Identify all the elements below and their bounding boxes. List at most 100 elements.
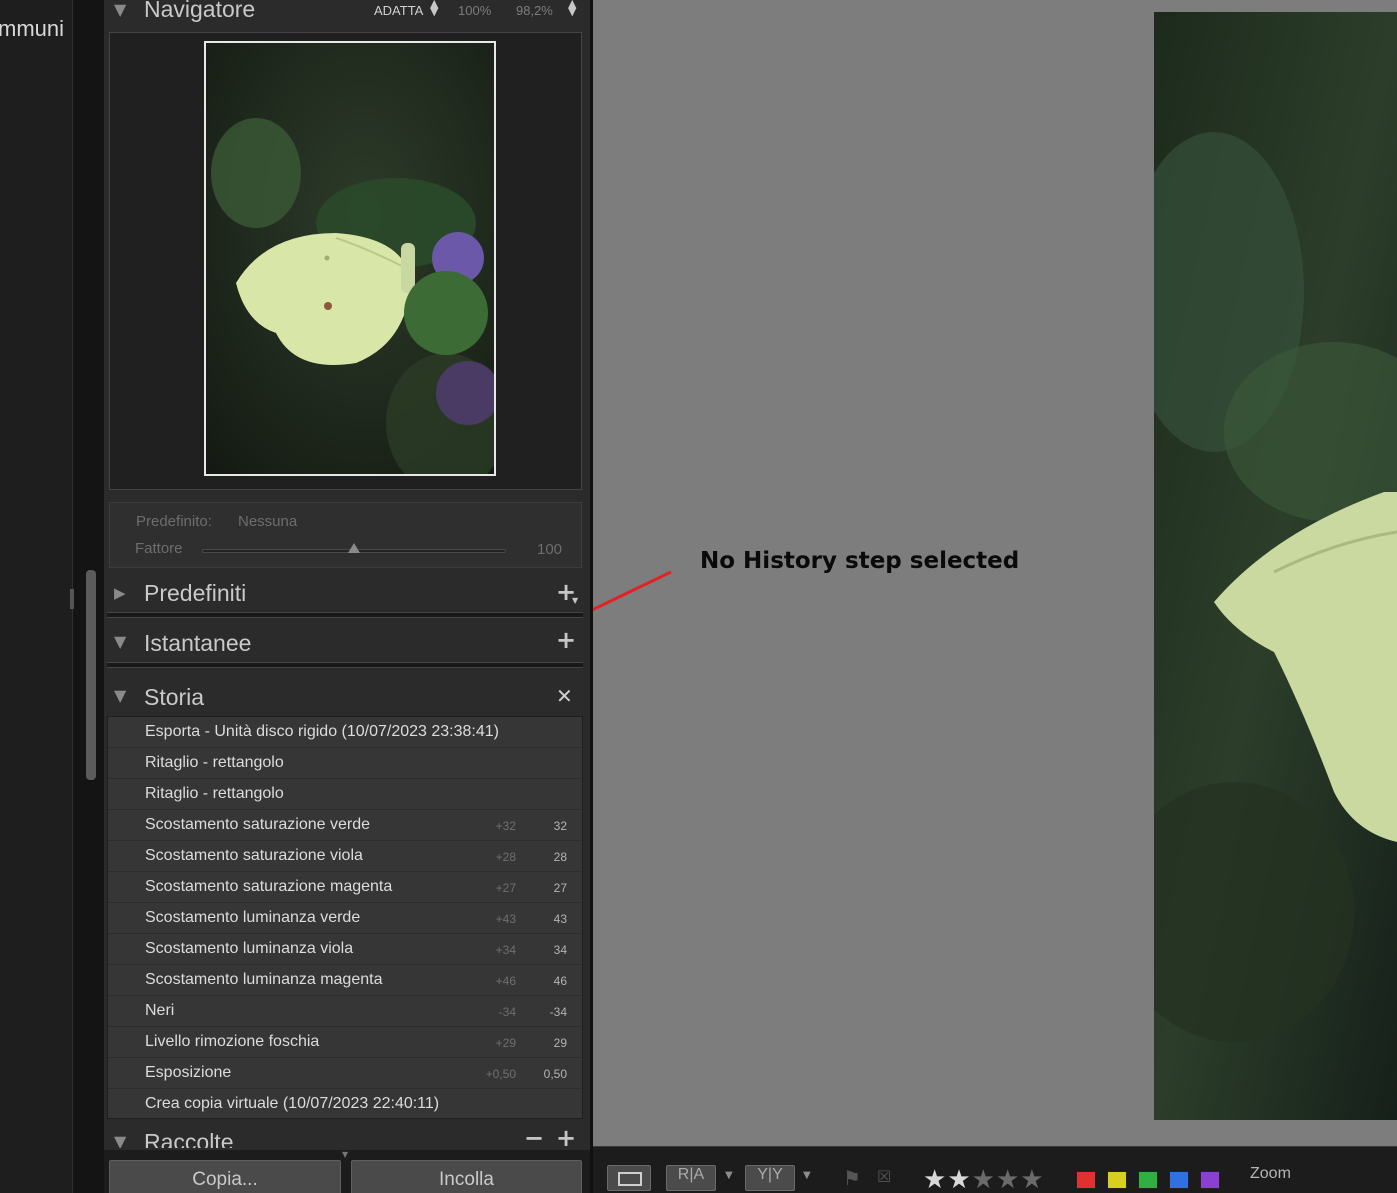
cut-off-label: mmuni (0, 16, 65, 41)
left-panel-scrollbar[interactable] (86, 570, 96, 780)
star-icon[interactable]: ★ (923, 1165, 947, 1193)
loupe-view-icon (618, 1172, 642, 1186)
zoom-custom-updown-icon[interactable]: ▲ ▼ (568, 0, 576, 17)
color-label-swatch[interactable] (1169, 1171, 1189, 1189)
split-dropdown-icon[interactable]: ▼ (803, 1170, 811, 1181)
reject-flag-icon[interactable]: ☒ (877, 1167, 891, 1186)
history-section-header[interactable]: ▼ Storia ✕ (104, 676, 592, 720)
color-label-swatch[interactable] (1200, 1171, 1220, 1189)
collapse-triangle-icon[interactable]: ▼ (114, 1132, 126, 1148)
history-step-delta: +43 (495, 912, 516, 926)
history-step[interactable]: Esposizione +0,50 0,50 (108, 1058, 582, 1089)
butterfly-closeup-graphic (1154, 12, 1397, 1120)
color-label-swatch[interactable] (1076, 1171, 1096, 1189)
history-step-value: 32 (553, 819, 567, 833)
history-step[interactable]: Scostamento saturazione viola +28 28 (108, 841, 582, 872)
history-step-value: 27 (553, 881, 567, 895)
add-collection-icon[interactable]: + (556, 1124, 576, 1148)
history-list: Esporta - Unità disco rigido (10/07/2023… (107, 716, 583, 1119)
navigator-header[interactable]: ▼ Navigatore ADATTA ▲ ▼ 100% 98,2% ▲ ▼ (104, 0, 592, 28)
collapse-triangle-icon[interactable]: ▼ (114, 686, 126, 705)
navigator-preview[interactable] (109, 32, 582, 490)
loupe-view-button[interactable] (607, 1165, 651, 1191)
presets-section-header[interactable]: ▶ Predefiniti + ▼ (104, 572, 592, 616)
history-step-delta: +46 (495, 974, 516, 988)
copy-button[interactable]: Copia... (109, 1160, 341, 1193)
history-step[interactable]: Scostamento luminanza viola +34 34 (108, 934, 582, 965)
history-step[interactable]: Scostamento luminanza magenta +46 46 (108, 965, 582, 996)
history-step-delta: +32 (495, 819, 516, 833)
history-step[interactable]: Crea copia virtuale (10/07/2023 22:40:11… (108, 1089, 582, 1120)
before-after-split-button[interactable]: Y|Y (745, 1165, 795, 1191)
history-step-name: Scostamento luminanza verde (145, 909, 361, 926)
history-step-delta: +27 (495, 881, 516, 895)
history-step[interactable]: Esporta - Unità disco rigido (10/07/2023… (108, 717, 582, 748)
add-preset-dropdown-icon[interactable]: ▼ (572, 596, 578, 605)
history-step[interactable]: Scostamento luminanza verde +43 43 (108, 903, 582, 934)
preset-amount-box: Predefinito: Nessuna Fattore 100 (109, 502, 582, 568)
collapse-triangle-icon[interactable]: ▼ (114, 0, 126, 19)
history-step[interactable]: Scostamento saturazione verde +32 32 (108, 810, 582, 841)
history-step[interactable]: Scostamento saturazione magenta +27 27 (108, 872, 582, 903)
paste-button[interactable]: Incolla (351, 1160, 582, 1193)
navigator-title: Navigatore (144, 0, 256, 22)
history-step-value: -34 (549, 1005, 567, 1019)
collections-title: Raccolte (144, 1129, 234, 1148)
zoom-label: Zoom (1250, 1165, 1291, 1182)
star-rating[interactable]: ★★★★★ (923, 1165, 1045, 1193)
color-label-swatch[interactable] (1107, 1171, 1127, 1189)
history-step-name: Livello rimozione foschia (145, 1033, 320, 1050)
before-after-dropdown-icon[interactable]: ▼ (725, 1170, 733, 1181)
preset-value[interactable]: Nessuna (238, 513, 297, 530)
history-step-delta: +29 (495, 1036, 516, 1050)
history-step-name: Ritaglio - rettangolo (145, 754, 284, 771)
history-step-name: Scostamento luminanza viola (145, 940, 354, 957)
main-image-canvas[interactable]: No History step selected (593, 0, 1397, 1146)
history-step-name: Ritaglio - rettangolo (145, 785, 284, 802)
zoom-fit-updown-icon[interactable]: ▲ ▼ (430, 0, 438, 17)
expand-triangle-icon[interactable]: ▶ (114, 584, 126, 602)
history-step-name: Crea copia virtuale (10/07/2023 22:40:11… (145, 1095, 440, 1112)
bottom-toolbar: R|A ▼ Y|Y ▼ ⚑ ☒ ★★★★★ Zoom (593, 1146, 1397, 1193)
lightroom-develop-window: mmuni ▼ Navigatore ADATTA ▲ ▼ 100% 98,2% … (0, 0, 1397, 1193)
snapshots-section-header[interactable]: ▼ Istantanee + (104, 622, 592, 666)
add-snapshot-icon[interactable]: + (556, 626, 576, 654)
history-step[interactable]: Neri -34 -34 (108, 996, 582, 1027)
panel-toggle-icon[interactable]: ▼ (342, 1150, 348, 1159)
history-step-delta: +0,50 (485, 1067, 516, 1081)
left-panel-divider (70, 0, 104, 1193)
amount-slider-knob[interactable] (348, 543, 360, 553)
history-step-name: Esposizione (145, 1064, 232, 1081)
main-photo[interactable] (1154, 12, 1397, 1120)
flag-icon[interactable]: ⚑ (843, 1166, 861, 1190)
zoom-custom-option[interactable]: 98,2% (516, 3, 553, 18)
navigator-thumbnail-image[interactable] (204, 41, 496, 476)
history-step[interactable]: Livello rimozione foschia +29 29 (108, 1027, 582, 1058)
history-step-delta: +28 (495, 850, 516, 864)
clear-history-icon[interactable]: ✕ (556, 684, 573, 708)
history-step-value: 28 (553, 850, 567, 864)
before-after-button[interactable]: R|A (666, 1165, 716, 1191)
remove-collection-icon[interactable]: − (524, 1124, 544, 1148)
star-icon[interactable]: ★ (972, 1165, 996, 1193)
history-step-value: 0,50 (543, 1067, 567, 1081)
snapshots-title: Istantanee (144, 630, 252, 656)
panel-bottom-bar: ▼ Copia... Incolla (104, 1150, 592, 1193)
history-step[interactable]: Ritaglio - rettangolo (108, 748, 582, 779)
star-icon[interactable]: ★ (1020, 1165, 1044, 1193)
star-icon[interactable]: ★ (947, 1165, 971, 1193)
butterfly-thumbnail-graphic (206, 43, 494, 474)
history-step-value: 46 (553, 974, 567, 988)
collapse-triangle-icon[interactable]: ▼ (114, 632, 126, 651)
zoom-fit-option[interactable]: ADATTA (374, 3, 423, 18)
annotation-text: No History step selected (700, 548, 1020, 574)
star-icon[interactable]: ★ (996, 1165, 1020, 1193)
history-step-name: Scostamento saturazione viola (145, 847, 363, 864)
panel-collapse-handle[interactable] (70, 589, 74, 609)
history-step-name: Scostamento saturazione verde (145, 816, 371, 833)
left-panel: ▼ Navigatore ADATTA ▲ ▼ 100% 98,2% ▲ ▼ P… (104, 0, 592, 1193)
collections-section-header[interactable]: ▼ Raccolte − + (104, 1124, 592, 1148)
color-label-swatch[interactable] (1138, 1171, 1158, 1189)
history-step[interactable]: Ritaglio - rettangolo (108, 779, 582, 810)
zoom-100-option[interactable]: 100% (458, 3, 491, 18)
